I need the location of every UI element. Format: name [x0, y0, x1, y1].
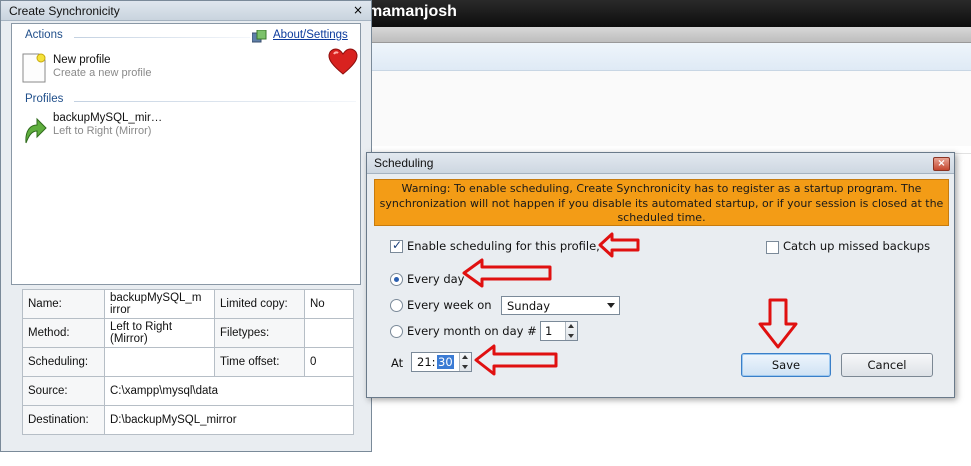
enable-scheduling-checkbox[interactable] — [390, 238, 403, 253]
at-label: At — [391, 356, 404, 370]
scheduling-title: Scheduling — [374, 156, 434, 170]
new-document-icon — [22, 53, 46, 83]
actions-divider — [74, 37, 250, 38]
month-day-value: 1 — [545, 324, 553, 338]
profile-subtitle: Left to Right (Mirror) — [53, 125, 152, 137]
annotation-arrow-enable — [598, 232, 640, 258]
destination-label: Destination: — [22, 405, 105, 435]
source-label: Source: — [22, 376, 105, 406]
profiles-header: Profiles — [25, 93, 64, 105]
enable-scheduling-label: Enable scheduling for this profile, — [407, 239, 600, 253]
time-hour-value: 21: — [417, 355, 436, 369]
name-value: backupMySQL_m irror — [104, 289, 215, 319]
background-toolbar — [370, 43, 971, 71]
profiles-divider — [74, 101, 356, 102]
method-value: Left to Right (Mirror) — [104, 318, 215, 348]
scheduling-title-bar: Scheduling × — [367, 153, 954, 174]
annotation-arrow-save — [758, 298, 798, 349]
cancel-button[interactable]: Cancel — [841, 353, 933, 377]
about-settings-link[interactable]: About/Settings — [273, 29, 348, 41]
scheduling-label: Scheduling: — [22, 347, 105, 377]
time-spin-arrows[interactable] — [459, 353, 471, 371]
annotation-arrow-time — [474, 344, 558, 376]
time-offset-value: 0 — [304, 347, 354, 377]
scheduling-dialog: Scheduling × Warning: To enable scheduli… — [366, 152, 955, 398]
source-value: C:\xampp\mysql\data — [104, 376, 354, 406]
scheduling-close-icon[interactable]: × — [933, 157, 950, 171]
filetypes-value — [304, 318, 354, 348]
background-lower-area — [370, 398, 971, 466]
settings-icon[interactable] — [252, 30, 267, 43]
profile-title: backupMySQL_mir… — [53, 112, 163, 124]
background-menu-bar — [370, 27, 971, 43]
filetypes-label: Filetypes: — [214, 318, 305, 348]
profile-details-table: Name: backupMySQL_m irror Limited copy: … — [22, 289, 354, 435]
annotation-arrow-every-day — [462, 258, 552, 288]
week-day-value: Sunday — [507, 299, 551, 313]
background-window-title: mamanjosh — [368, 3, 457, 20]
every-week-radio[interactable] — [390, 299, 403, 312]
chevron-down-icon — [607, 303, 615, 308]
every-week-label: Every week on — [407, 298, 492, 312]
destination-value: D:\backupMySQL_mirror — [104, 405, 354, 435]
every-day-radio[interactable] — [390, 273, 403, 286]
name-label: Name: — [22, 289, 105, 319]
every-month-radio[interactable] — [390, 325, 403, 338]
sync-arrow-icon — [25, 117, 47, 144]
every-day-label: Every day — [407, 272, 465, 286]
startup-warning-banner: Warning: To enable scheduling, Create Sy… — [374, 179, 949, 226]
save-button[interactable]: Save — [741, 353, 831, 377]
profiles-list-panel: Actions About/Settings New profile Creat… — [11, 23, 361, 285]
time-offset-label: Time offset: — [214, 347, 305, 377]
new-profile-title: New profile — [53, 54, 111, 66]
main-window-title-bar: Create Synchronicity × — [1, 1, 371, 21]
time-picker[interactable]: 21: 30 — [411, 352, 472, 372]
limited-copy-value: No — [304, 289, 354, 319]
method-label: Method: — [22, 318, 105, 348]
actions-header: Actions — [25, 29, 63, 41]
month-day-stepper[interactable]: 1 — [540, 321, 578, 341]
heart-icon[interactable] — [328, 48, 358, 76]
main-window-close-icon[interactable]: × — [351, 3, 365, 17]
catch-up-checkbox[interactable] — [766, 241, 779, 254]
catch-up-label: Catch up missed backups — [783, 239, 931, 253]
week-day-select[interactable]: Sunday — [501, 296, 620, 315]
main-window-title: Create Synchronicity — [9, 4, 120, 18]
time-minute-value[interactable]: 30 — [437, 355, 454, 369]
limited-copy-label: Limited copy: — [214, 289, 305, 319]
background-content — [370, 71, 971, 146]
main-window: Create Synchronicity × Actions About/Set… — [0, 0, 372, 452]
scheduling-value — [104, 347, 215, 377]
month-day-spin-arrows[interactable] — [565, 322, 577, 340]
every-month-label: Every month on day # — [407, 324, 537, 338]
new-profile-subtitle: Create a new profile — [53, 67, 152, 79]
